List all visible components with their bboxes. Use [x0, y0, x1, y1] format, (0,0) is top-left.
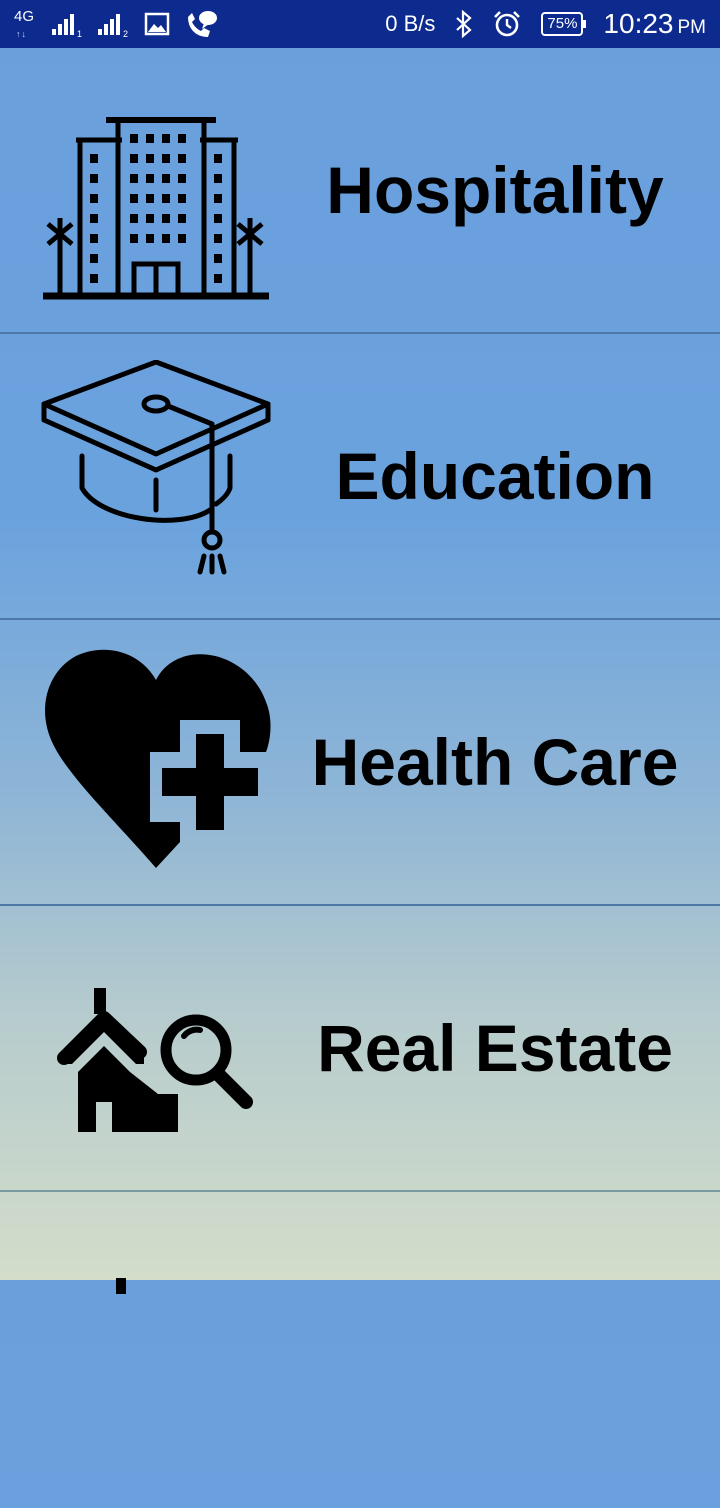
category-label: Hospitality: [326, 153, 664, 227]
alarm-icon: [494, 11, 521, 37]
gallery-notification-icon: [144, 12, 170, 36]
category-row-education[interactable]: Education: [0, 334, 720, 620]
battery-icon: 75%: [541, 12, 587, 36]
category-list: Hospitality Education Health Care Real E…: [0, 48, 720, 1478]
partial-category-icon: [116, 1278, 126, 1294]
category-row-real-estate[interactable]: Real Estate: [0, 906, 720, 1192]
graduation-cap-icon: [41, 360, 271, 575]
clock: 10:23 PM: [603, 8, 706, 39]
signal-sim2-icon: 2: [98, 13, 128, 39]
category-row-hospitality[interactable]: Hospitality: [0, 48, 720, 334]
category-row-health-care[interactable]: Health Care: [0, 620, 720, 906]
network-4g-icon: 4G ↑↓: [14, 8, 35, 39]
call-chat-notification-icon: [188, 11, 217, 37]
hotel-building-icon: [43, 117, 269, 300]
data-speed: 0 B/s: [385, 11, 436, 36]
category-row-partial[interactable]: [0, 1192, 720, 1478]
category-label: Real Estate: [317, 1011, 673, 1085]
heart-plus-icon: [45, 649, 271, 868]
category-label: Health Care: [311, 725, 679, 799]
signal-sim1-icon: 1: [52, 13, 82, 39]
house-search-icon: [57, 988, 253, 1132]
bluetooth-icon: [456, 10, 473, 38]
status-bar: 4G ↑↓ 1 2 0 B/s 75% 10:23 PM: [0, 0, 720, 48]
category-label: Education: [335, 439, 655, 513]
